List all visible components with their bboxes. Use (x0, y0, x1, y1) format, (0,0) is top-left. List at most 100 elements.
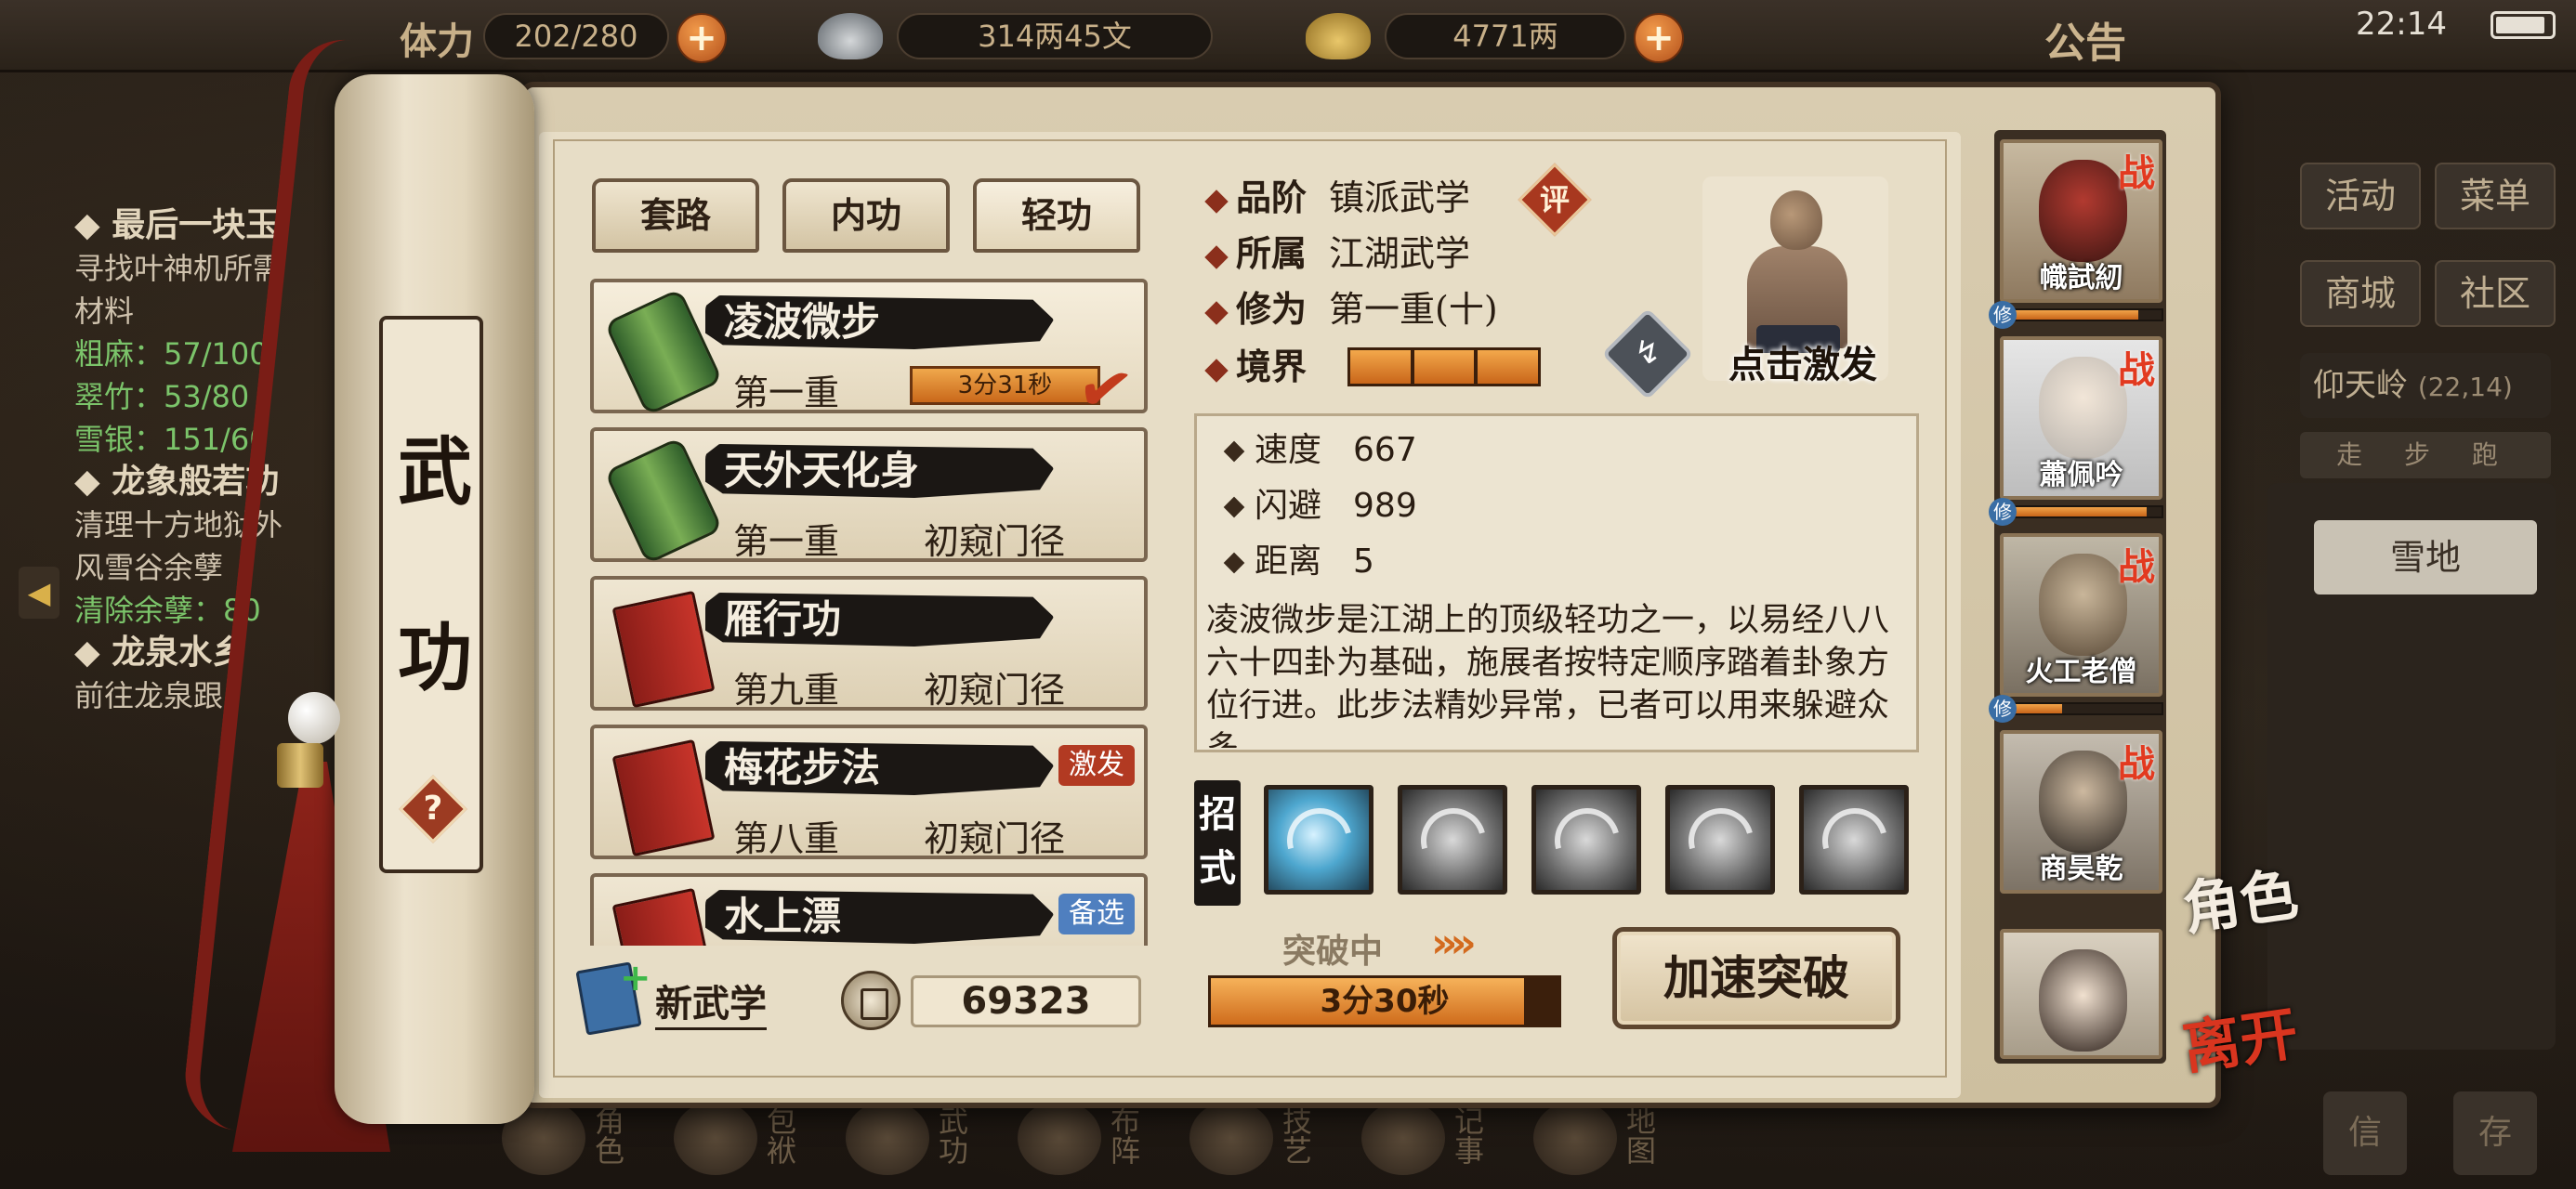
whirl-move-icon (1409, 796, 1498, 885)
boot-icon[interactable]: ↯ (1628, 333, 1667, 373)
white-hair-portrait (2039, 357, 2127, 459)
stat-label: 速度 (1255, 431, 1322, 469)
gold-value: 4771两 (1385, 13, 1626, 59)
xp-fill (2009, 310, 2139, 320)
book-stack-icon (846, 1101, 929, 1175)
bullet-icon (1223, 552, 1245, 574)
battery-icon (2491, 11, 2556, 39)
skill-card[interactable]: 梅花步法 激发 第八重 初窥门径 (590, 725, 1148, 859)
party-member[interactable]: 战 商昊乾 (2000, 730, 2162, 894)
stat-label: 闪避 (1255, 487, 1322, 525)
skill-card[interactable]: 水上漂 备选 (590, 873, 1148, 946)
realm-segment (1350, 350, 1411, 384)
role-button[interactable]: 角色 (2176, 847, 2302, 946)
member-name: 蕭佩吟 (2039, 459, 2123, 491)
pot-icon (1189, 1101, 1273, 1175)
move-slot[interactable] (1398, 785, 1507, 895)
collapse-quests-arrow-icon[interactable]: ◀ (19, 567, 59, 619)
stat-row: 闪避 989 (1223, 485, 1417, 528)
book-currency-icon (841, 971, 900, 1030)
tassel-cap (277, 743, 323, 788)
activate-label[interactable]: 点击激发 (1715, 334, 1891, 388)
add-stamina-button[interactable]: + (677, 13, 727, 63)
double-arrow-icon: »» (1431, 920, 1477, 967)
tab-lightness-skill[interactable]: 轻功 (973, 178, 1140, 253)
move-slot[interactable] (1264, 785, 1373, 895)
member-name: 火工老僧 (2025, 656, 2137, 688)
activity-button[interactable]: 活动 (2300, 163, 2421, 229)
nav-label: 角色 (590, 1105, 625, 1165)
bullet-icon (1223, 440, 1245, 463)
bagua-icon (1018, 1101, 1101, 1175)
player-portrait[interactable] (2000, 929, 2162, 1059)
realm-progress (1347, 347, 1541, 386)
dash-move-icon (1676, 796, 1766, 885)
member-name: 幟試紉 (2039, 262, 2123, 294)
jade-bead (288, 692, 340, 744)
party-member[interactable]: 战 幟試紉 (2000, 139, 2162, 303)
gold-ingot-icon (1306, 13, 1371, 59)
leap-move-icon (1810, 796, 1899, 885)
skill-name: 梅花步法 (724, 745, 881, 790)
silver-value: 314两45文 (897, 13, 1213, 59)
belong-value: 江湖武学 (1329, 233, 1471, 274)
green-scroll-icon (603, 288, 724, 416)
map-icon (1533, 1101, 1617, 1175)
move-slot[interactable] (1665, 785, 1775, 895)
demon-mask-portrait (2039, 160, 2127, 262)
movement-mode-selector[interactable]: 走 步 跑 (2300, 432, 2551, 478)
add-gold-button[interactable]: + (1634, 13, 1684, 63)
bullet-icon (1204, 300, 1229, 325)
leave-button[interactable]: 离开 (2176, 986, 2302, 1085)
nav-label: 记事 (1450, 1105, 1485, 1165)
party-member[interactable]: 战 火工老僧 (2000, 533, 2162, 697)
help-label[interactable]: ? (409, 785, 457, 833)
skill-card[interactable]: 凌波微步 第一重 3分31秒 (590, 279, 1148, 416)
nav-label: 地图 (1622, 1105, 1657, 1165)
new-skill-button[interactable]: + 新武学 (575, 957, 813, 1036)
speed-up-breakthrough-button[interactable]: 加速突破 (1612, 927, 1900, 1029)
bullet-icon (1223, 496, 1245, 518)
shop-button[interactable]: 商城 (2300, 260, 2421, 327)
skill-card[interactable]: 天外天化身 第一重 初窥门径 (590, 427, 1148, 565)
cultivate-icon: 修 (1989, 695, 2017, 723)
new-skill-label: 新武学 (655, 973, 767, 1030)
activated-tag: 激发 (1058, 745, 1135, 786)
skill-list[interactable]: 凌波微步 第一重 3分31秒 天外天化身 第一重 初窥门径 雁行功 第九重 初窥… (572, 269, 1152, 946)
nav-label: 布阵 (1106, 1105, 1141, 1165)
xp-fill (2009, 507, 2147, 516)
move-slot[interactable] (1799, 785, 1909, 895)
evaluate-label[interactable]: 评 (1529, 174, 1581, 226)
stat-value: 5 (1353, 542, 1374, 581)
realm-segment (1478, 350, 1539, 384)
cultivation-value: 第一重(十) (1329, 289, 1498, 330)
bullet-icon (1204, 244, 1229, 269)
letters-button[interactable]: 信 (2323, 1091, 2407, 1175)
skill-level: 第八重 (733, 818, 840, 859)
menu-button[interactable]: 菜单 (2435, 163, 2556, 229)
announcement-button[interactable]: 公告 (2044, 9, 2126, 69)
terrain-badge: 雪地 (2314, 520, 2537, 594)
red-book-icon (611, 590, 716, 709)
party-member[interactable]: 战 蕭佩吟 (2000, 336, 2162, 500)
plus-icon: + (620, 957, 651, 1000)
skill-level: 第一重 (733, 521, 840, 562)
skill-name: 凌波微步 (724, 299, 881, 345)
nav-label: 武功 (934, 1105, 969, 1165)
breakthrough-label: 突破中 (1282, 932, 1384, 971)
tab-routine[interactable]: 套路 (592, 178, 759, 253)
scroll-title-char: 武 (398, 428, 472, 516)
member-xp-bar (2007, 702, 2163, 715)
technique-description[interactable]: 凌波微步是江湖上的顶级轻功之一，以易经八八六十四卦为基础，施展者按特定顺序踏着卦… (1206, 599, 1903, 748)
green-scroll-icon (603, 437, 724, 565)
storage-button[interactable]: 存 (2453, 1091, 2537, 1175)
move-slot[interactable] (1531, 785, 1641, 895)
cultivation-label: 修为 (1236, 288, 1308, 330)
cultivate-icon: 修 (1989, 301, 2017, 329)
community-button[interactable]: 社区 (2435, 260, 2556, 327)
member-xp-bar (2007, 505, 2163, 518)
skill-card[interactable]: 雁行功 第九重 初窥门径 (590, 576, 1148, 711)
tab-inner-skill[interactable]: 内功 (782, 178, 950, 253)
clock: 22:14 (2356, 6, 2447, 43)
stat-value: 667 (1353, 431, 1417, 469)
